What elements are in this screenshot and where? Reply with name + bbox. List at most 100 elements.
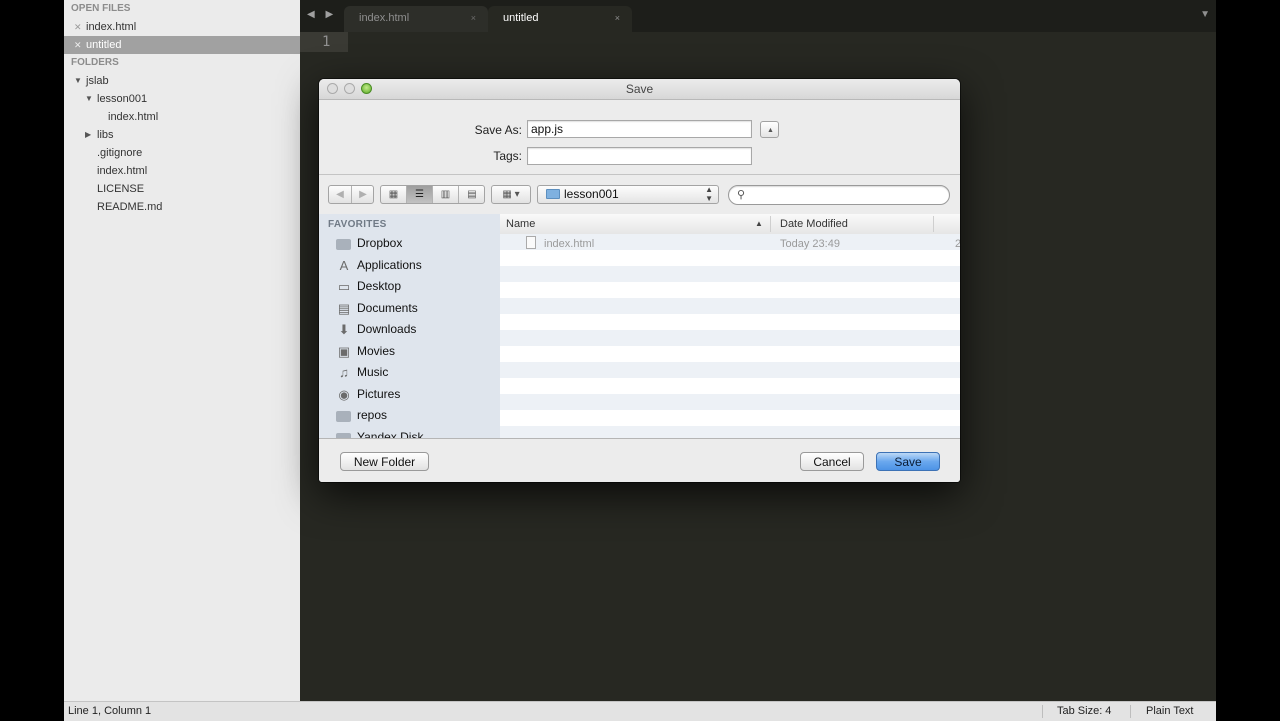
file-label: index.html bbox=[97, 165, 148, 177]
close-icon[interactable]: ✕ bbox=[74, 18, 82, 36]
favorite-movies[interactable]: ▣ Movies bbox=[319, 342, 500, 363]
favorite-yandex-disk[interactable]: Yandex.Disk bbox=[319, 428, 500, 438]
favorites-header: FAVORITES bbox=[328, 219, 387, 230]
tab-label: index.html bbox=[359, 12, 410, 24]
search-icon: ⚲ bbox=[737, 189, 746, 201]
triangle-right-icon[interactable]: ▶ bbox=[85, 126, 91, 144]
folder-item[interactable]: ▶ libs bbox=[64, 126, 300, 144]
cancel-button[interactable]: Cancel bbox=[800, 452, 864, 471]
favorite-label: Music bbox=[357, 365, 389, 379]
save-button[interactable]: Save bbox=[876, 452, 940, 471]
favorite-desktop[interactable]: ▭ Desktop bbox=[319, 277, 500, 298]
close-icon[interactable]: × bbox=[471, 6, 476, 30]
tab-nav-arrows-icon[interactable]: ◀ ▶ bbox=[307, 9, 337, 20]
favorite-downloads[interactable]: ⬇ Downloads bbox=[319, 320, 500, 341]
dialog-titlebar[interactable]: Save bbox=[319, 79, 960, 100]
folder-item[interactable]: ▼ jslab bbox=[64, 72, 300, 90]
arrange-button[interactable]: ▦ ▾ bbox=[491, 185, 531, 204]
sidebar: OPEN FILES ✕ index.html ✕ untitled FOLDE… bbox=[64, 0, 300, 701]
divider bbox=[319, 174, 960, 175]
divider bbox=[1130, 705, 1131, 718]
open-file-label: index.html bbox=[86, 21, 137, 33]
folder-item[interactable]: ▼ lesson001 bbox=[64, 90, 300, 108]
column-divider bbox=[933, 216, 934, 232]
search-field[interactable]: ⚲ bbox=[728, 185, 950, 205]
table-row-empty bbox=[500, 362, 960, 378]
open-file-item-selected[interactable]: ✕ untitled bbox=[64, 36, 300, 54]
tags-input[interactable] bbox=[527, 147, 752, 165]
save-as-input[interactable] bbox=[527, 120, 752, 138]
open-file-item[interactable]: ✕ index.html bbox=[64, 18, 300, 36]
open-files-header: OPEN FILES bbox=[71, 3, 131, 14]
file-item[interactable]: .gitignore bbox=[64, 144, 300, 162]
file-item[interactable]: LICENSE bbox=[64, 180, 300, 198]
search-input[interactable] bbox=[751, 188, 941, 202]
status-bar: Line 1, Column 1 Tab Size: 4 Plain Text bbox=[64, 701, 1216, 721]
favorite-label: Dropbox bbox=[357, 236, 403, 250]
table-row-empty bbox=[500, 298, 960, 314]
html-file-icon bbox=[526, 236, 536, 249]
tab-untitled[interactable]: untitled × bbox=[488, 6, 632, 32]
tags-label: Tags: bbox=[493, 149, 522, 163]
favorite-label: Pictures bbox=[357, 387, 401, 401]
syntax-selector[interactable]: Plain Text bbox=[1146, 702, 1194, 721]
list-view-button[interactable]: ☰ bbox=[407, 186, 433, 203]
music-icon: ♫ bbox=[339, 365, 349, 380]
close-icon[interactable]: × bbox=[615, 6, 620, 30]
tab-index-html[interactable]: index.html × bbox=[344, 6, 488, 32]
file-extra-column: 2 bbox=[955, 238, 960, 250]
file-item[interactable]: index.html bbox=[64, 108, 300, 126]
favorite-applications[interactable]: A Applications bbox=[319, 256, 500, 277]
cursor-position: Line 1, Column 1 bbox=[68, 705, 152, 717]
forward-button[interactable]: ▶ bbox=[352, 186, 373, 203]
close-icon[interactable]: ✕ bbox=[74, 36, 82, 54]
file-label: LICENSE bbox=[97, 183, 145, 195]
expand-dialog-button[interactable]: ▲ bbox=[760, 121, 779, 138]
file-date-modified: Today 23:49 bbox=[780, 238, 840, 250]
favorite-label: repos bbox=[357, 408, 388, 422]
documents-icon: ▤ bbox=[337, 301, 351, 316]
tab-bar: ◀ ▶ index.html × untitled × ▼ bbox=[300, 0, 1216, 32]
favorite-music[interactable]: ♫ Music bbox=[319, 363, 500, 384]
favorite-dropbox[interactable]: Dropbox bbox=[319, 234, 500, 255]
favorite-label: Desktop bbox=[357, 279, 402, 293]
triangle-down-icon[interactable]: ▼ bbox=[74, 72, 82, 90]
back-button[interactable]: ◀ bbox=[329, 186, 352, 203]
favorite-pictures[interactable]: ◉ Pictures bbox=[319, 385, 500, 406]
icon-view-button[interactable]: ▦ bbox=[381, 186, 407, 203]
dropbox-icon bbox=[336, 239, 351, 250]
file-name: index.html bbox=[544, 238, 595, 250]
coverflow-view-button[interactable]: ▤ bbox=[459, 186, 484, 203]
folder-label: libs bbox=[97, 129, 114, 141]
triangle-down-icon[interactable]: ▼ bbox=[85, 90, 93, 108]
favorite-label: Applications bbox=[357, 258, 422, 272]
tab-dropdown-icon[interactable]: ▼ bbox=[1200, 9, 1210, 20]
file-label: .gitignore bbox=[97, 147, 143, 159]
column-date-modified[interactable]: Date Modified bbox=[780, 218, 848, 230]
favorite-documents[interactable]: ▤ Documents bbox=[319, 299, 500, 320]
tab-label: untitled bbox=[503, 12, 539, 24]
view-mode-selector: ▦ ☰ ▥ ▤ bbox=[380, 185, 485, 204]
dialog-title: Save bbox=[625, 82, 654, 96]
desktop-icon: ▭ bbox=[337, 279, 351, 294]
favorite-repos[interactable]: repos bbox=[319, 406, 500, 427]
folder-label: jslab bbox=[86, 75, 109, 87]
sort-ascending-icon: ▲ bbox=[755, 219, 763, 228]
dialog-footer: New Folder Cancel Save bbox=[319, 438, 960, 482]
movies-icon: ▣ bbox=[337, 344, 351, 359]
column-name[interactable]: Name bbox=[506, 218, 535, 230]
open-file-label: untitled bbox=[86, 39, 122, 51]
history-nav: ◀ ▶ bbox=[328, 185, 374, 204]
file-list[interactable]: Name ▲ Date Modified index.html Today 23… bbox=[500, 214, 960, 438]
file-item[interactable]: index.html bbox=[64, 162, 300, 180]
folder-label: lesson001 bbox=[97, 93, 148, 105]
location-popup[interactable]: lesson001 ▲ ▼ bbox=[537, 185, 719, 204]
pictures-icon: ◉ bbox=[338, 387, 350, 402]
favorite-label: Downloads bbox=[357, 322, 417, 336]
save-dialog: Save Save As: ▲ Tags: ◀ ▶ ▦ ☰ ▥ ▤ ▦ ▾ le… bbox=[319, 79, 960, 482]
line-number: 1 bbox=[322, 34, 331, 50]
tab-size-selector[interactable]: Tab Size: 4 bbox=[1057, 702, 1111, 721]
new-folder-button[interactable]: New Folder bbox=[340, 452, 429, 471]
column-view-button[interactable]: ▥ bbox=[433, 186, 459, 203]
file-item[interactable]: README.md bbox=[64, 198, 300, 216]
